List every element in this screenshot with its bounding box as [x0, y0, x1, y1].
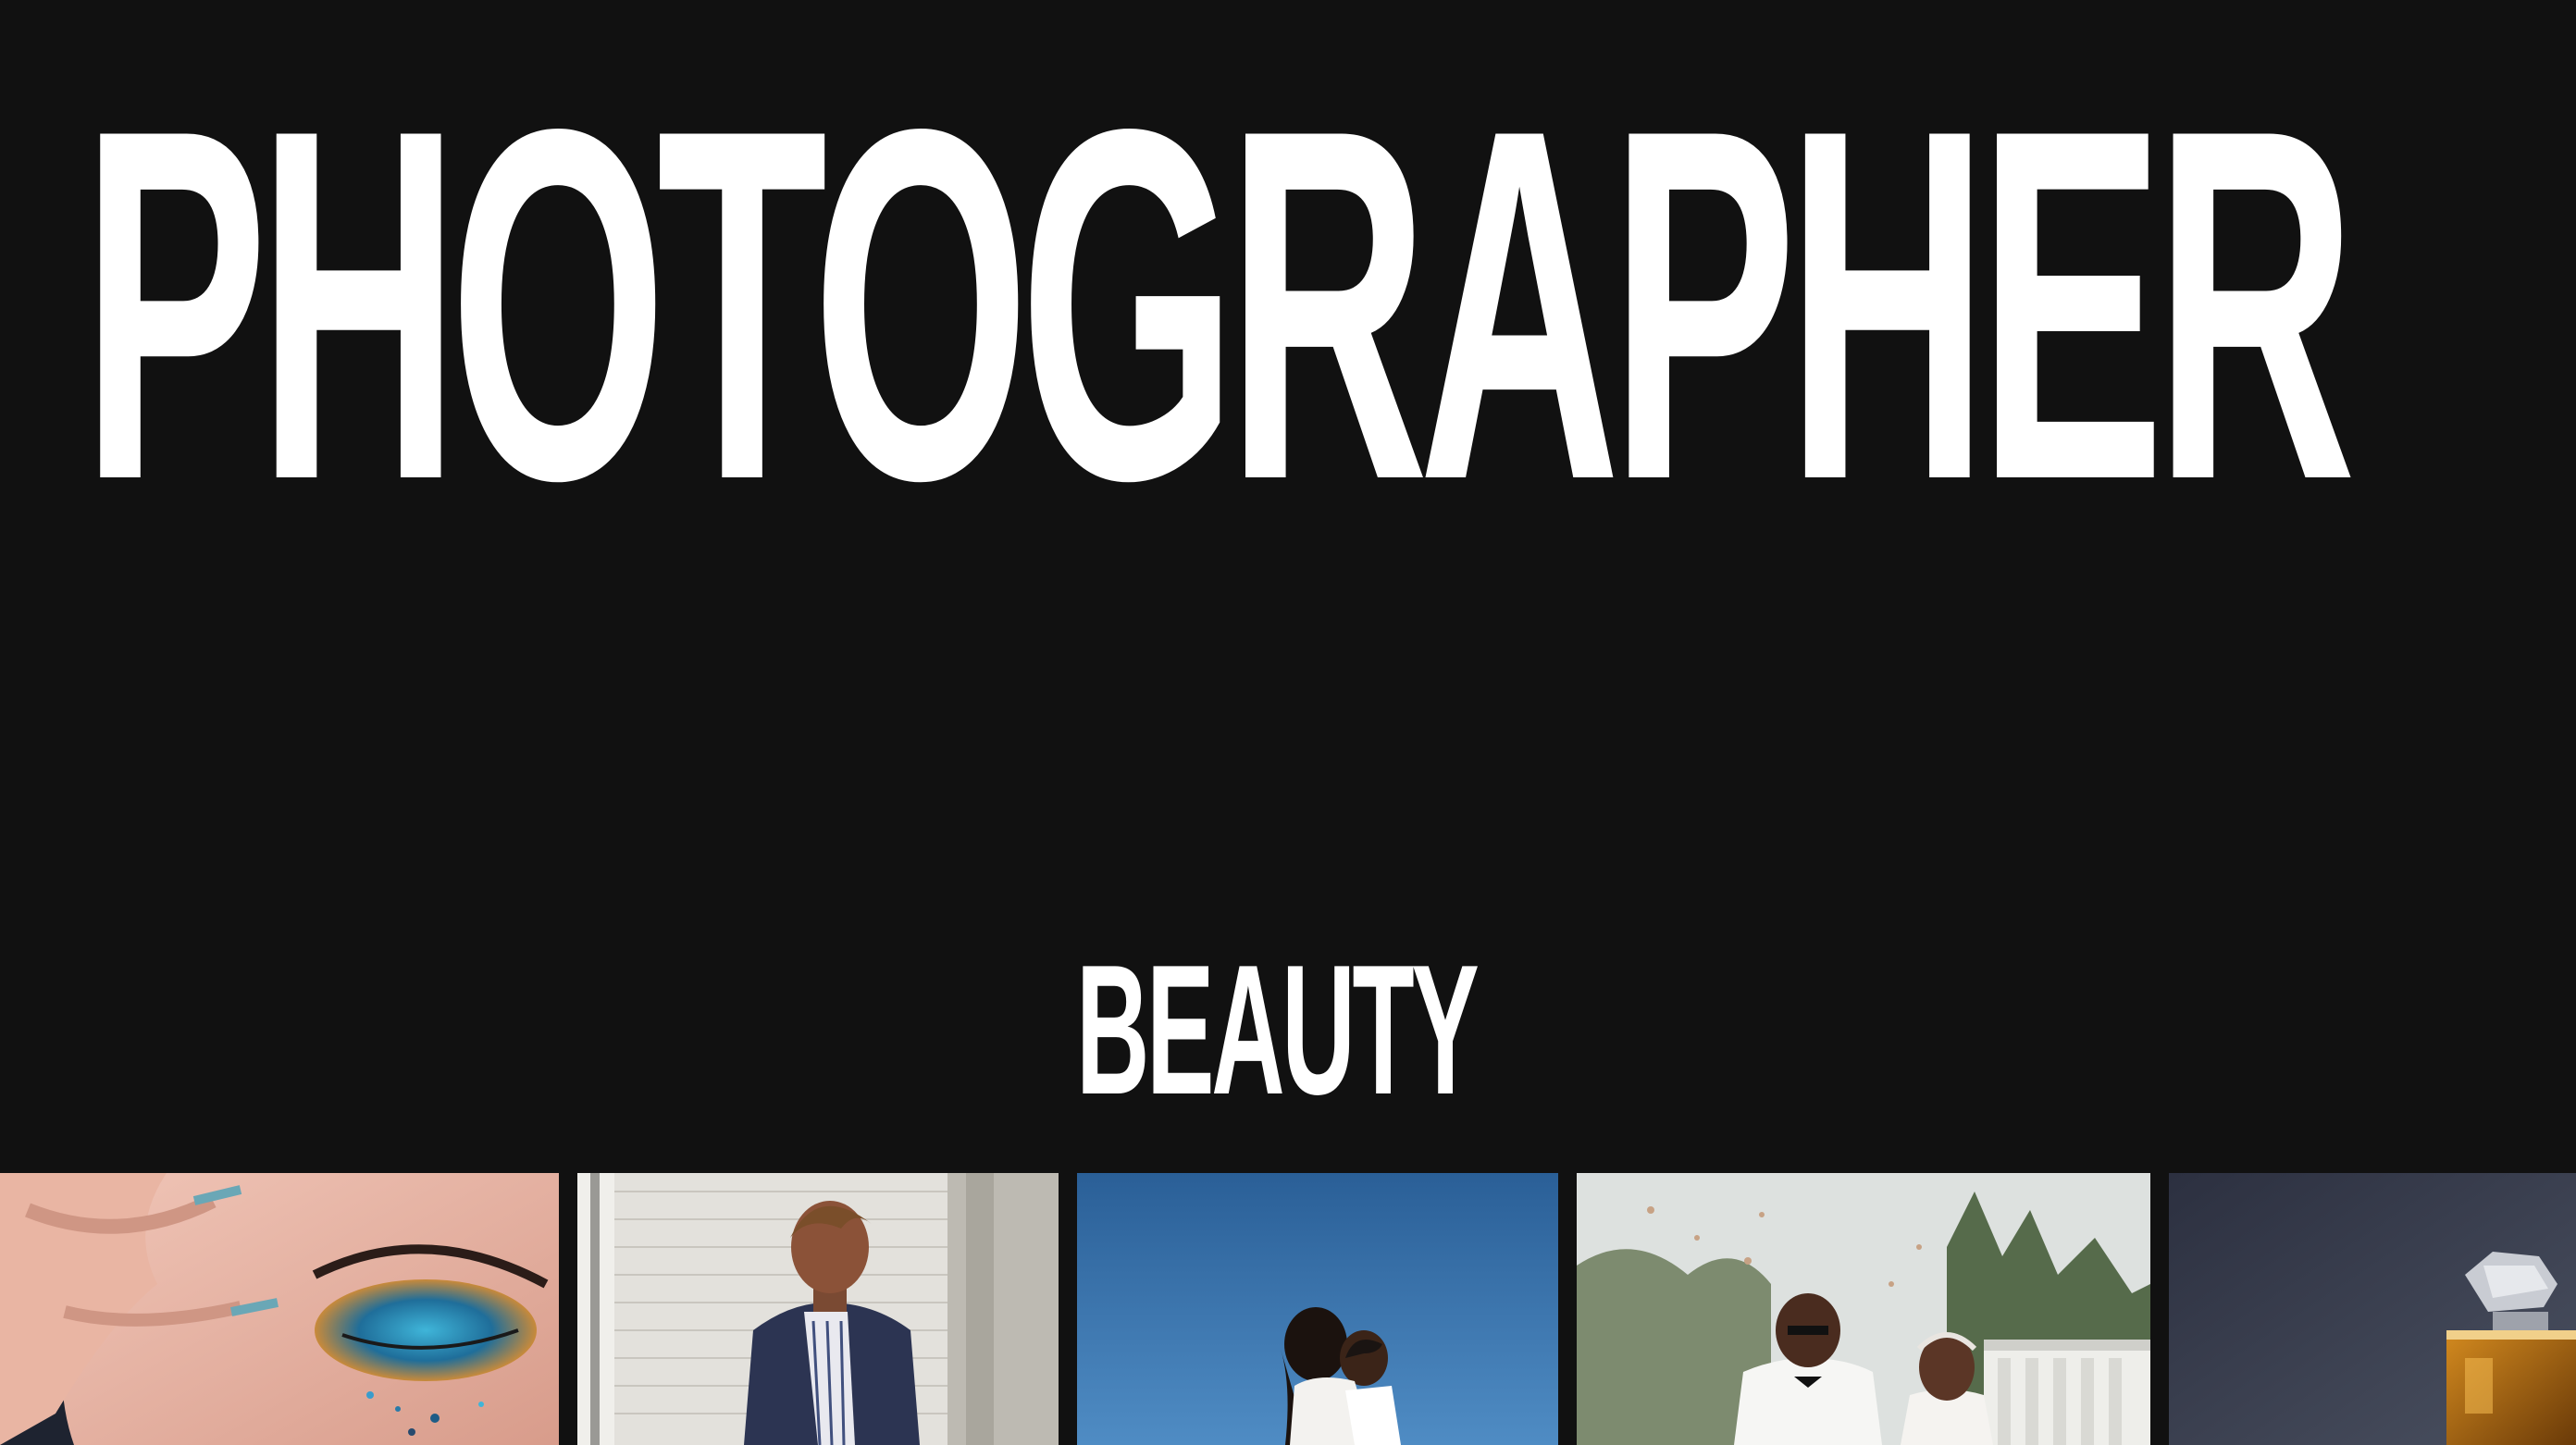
hero-title: PHOTOGRAPHER — [81, 26, 2357, 584]
section-title-beauty: BEAUTY — [1076, 927, 1480, 1133]
page: PHOTOGRAPHER BEAUTY — [0, 0, 2576, 1445]
gallery-item-couple-kiss-sky-photo[interactable] — [1077, 1173, 1558, 1445]
fashion-portrait-photo — [577, 1173, 1059, 1445]
gallery-item-fashion-portrait-photo[interactable] — [577, 1173, 1059, 1445]
glitter-eye-makeup-photo — [0, 1173, 559, 1445]
gallery-item-wedding-couple-photo[interactable] — [1577, 1173, 2150, 1445]
gallery-item-perfume-bottle-photo[interactable] — [2169, 1173, 2576, 1445]
wedding-couple-photo — [1577, 1173, 2150, 1445]
couple-kiss-sky-photo — [1077, 1173, 1558, 1445]
gallery-item-glitter-eye-makeup-photo[interactable] — [0, 1173, 559, 1445]
perfume-bottle-photo — [2169, 1173, 2576, 1445]
